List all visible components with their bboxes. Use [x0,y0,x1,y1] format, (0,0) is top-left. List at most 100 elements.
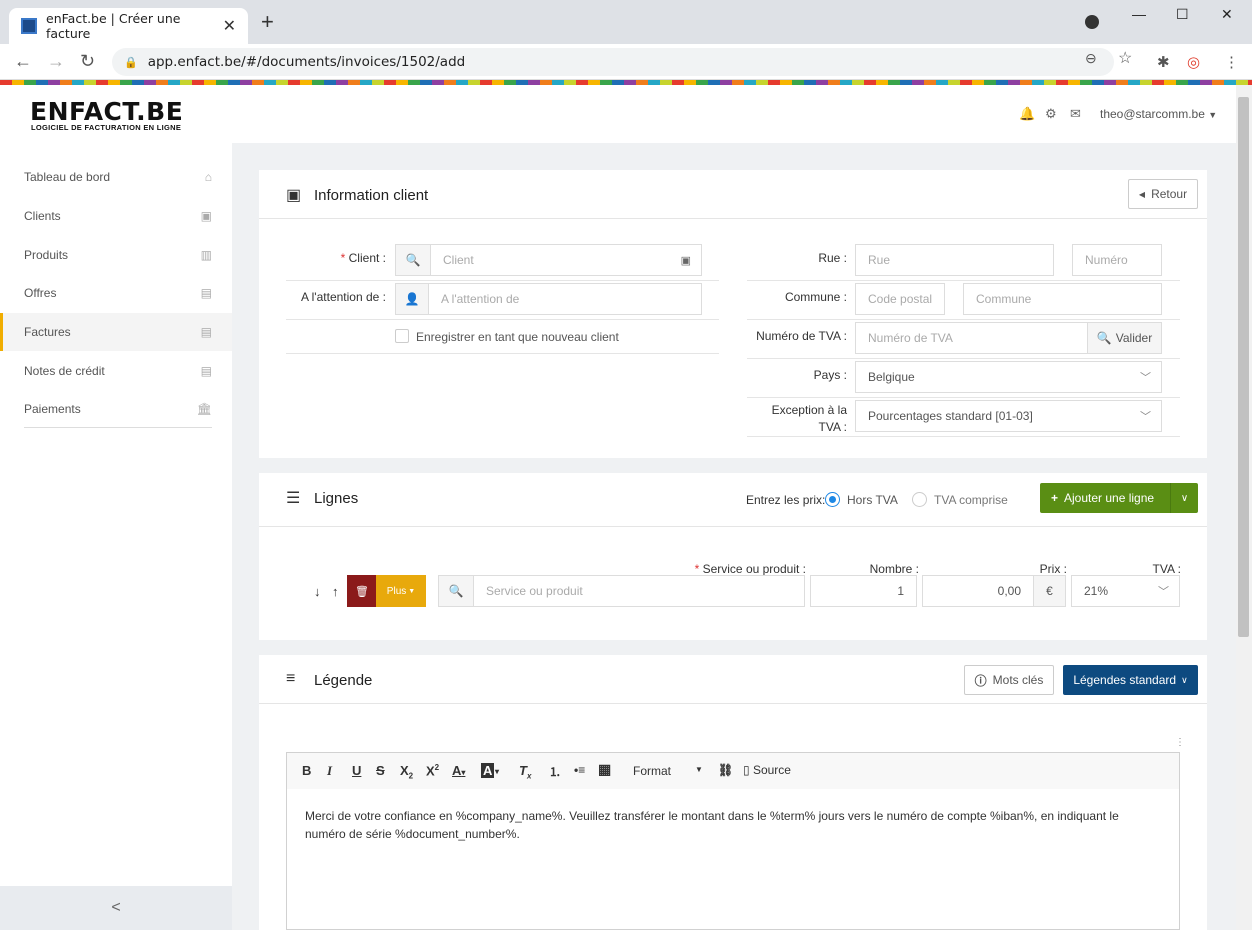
italic-icon[interactable]: I [327,763,332,779]
bell-icon[interactable]: 🔔 [1019,106,1035,122]
zoom-icon[interactable]: ⊖ [1085,50,1097,67]
sidebar-item-clients[interactable]: Clients ▣ [0,197,232,235]
back-icon[interactable]: ← [14,51,32,72]
vat-input[interactable]: Numéro de TVA [855,322,1088,354]
forward-icon[interactable]: → [47,51,65,72]
client-input[interactable]: Client ▣ [430,244,702,276]
browser-menu-icon[interactable]: ⋮ [1224,53,1239,71]
settings-gears-icon[interactable]: ⚙ [1045,106,1057,122]
move-down-icon[interactable]: ↓ [314,584,321,599]
maximize-icon[interactable]: ☐ [1176,6,1189,23]
reload-icon[interactable]: ↻ [80,51,95,72]
validate-button[interactable]: 🔍 Valider [1087,322,1162,354]
move-up-icon[interactable]: ↑ [332,584,339,599]
postal-code-input[interactable]: Code postal [855,283,945,315]
close-tab-icon[interactable]: ✕ [223,16,236,36]
superscript-icon[interactable]: X2 [426,763,439,778]
text-color-icon[interactable]: A▾ [452,763,465,778]
underline-icon[interactable]: U [352,763,361,778]
sidebar-item-label: Factures [24,325,71,339]
number-input[interactable]: Numéro [1072,244,1162,276]
editor-more-icon[interactable]: ⋮ [1175,737,1185,748]
new-client-checkbox[interactable] [395,329,409,343]
search-icon: 🔍 [1096,331,1112,345]
client-label: * Client : [340,251,386,265]
contact-card-icon[interactable]: ▣ [681,254,691,267]
chevron-down-icon[interactable]: ∨ [1170,483,1198,513]
vat-exception-select[interactable]: Pourcentages standard [01-03] ﹀ [855,400,1162,432]
row-divider [286,319,719,320]
profile-download-icon[interactable] [1085,15,1099,29]
strikethrough-icon[interactable]: S [376,763,385,778]
sidebar-item-offers[interactable]: Offres ▤ [0,274,232,312]
sidebar-item-invoices[interactable]: Factures ▤ [0,313,232,351]
keywords-button[interactable]: ⓘ Mots clés [964,665,1054,695]
country-select[interactable]: Belgique ﹀ [855,361,1162,393]
source-label: Source [752,763,791,777]
more-button[interactable]: Plus ▼ [376,575,426,607]
quantity-input[interactable]: 1 [810,575,917,607]
source-button[interactable]: ▯ Source [743,763,791,777]
minimize-icon[interactable]: — [1132,6,1146,22]
bulleted-list-icon[interactable]: •≡ [574,763,585,777]
legend-editor-body[interactable]: Merci de votre confiance en %company_nam… [286,789,1180,930]
vat-label-text: Numéro de TVA [756,329,841,343]
back-button[interactable]: ◀ Retour [1128,179,1198,209]
collapse-sidebar-button[interactable]: < [0,886,232,930]
price-input[interactable]: 0,00 [922,575,1034,607]
plus-icon: + [1051,491,1059,505]
extensions-icon[interactable]: ✱ [1157,53,1170,71]
sidebar-item-dashboard[interactable]: Tableau de bord ⌂ [0,158,232,196]
vat-select[interactable]: 21% ﹀ [1071,575,1180,607]
price-col-label: Prix : [1039,562,1067,576]
scrollbar-thumb[interactable] [1238,97,1249,637]
browser-tab[interactable]: enFact.be | Créer une facture ✕ [9,8,248,44]
bold-icon[interactable]: B [302,763,311,778]
window-close-icon[interactable]: ✕ [1221,6,1233,23]
add-line-button[interactable]: + Ajouter une ligne ∨ [1040,483,1198,513]
sidebar-item-payments[interactable]: Paiements 🏛 [0,390,232,428]
service-input[interactable]: Service ou produit [473,575,805,607]
radio-excl-vat[interactable] [825,492,840,507]
delete-line-button[interactable]: 🗑 [347,575,377,607]
sidebar-item-products[interactable]: Produits ▥ [0,236,232,274]
table-icon[interactable]: ▦ [598,761,611,778]
chevron-down-icon: ∨ [1181,674,1188,685]
service-placeholder: Service ou produit [486,584,583,598]
price-label-text: Prix [1039,562,1061,576]
radio-incl-vat[interactable] [912,492,927,507]
quantity-label-text: Nombre [869,562,913,576]
postal-placeholder: Code postal [868,292,933,306]
new-client-label: Enregistrer en tant que nouveau client [416,330,619,344]
subscript-icon[interactable]: X2 [400,763,413,781]
sidebar-divider [24,427,212,428]
format-dropdown-icon[interactable]: ▼ [695,765,703,774]
link-icon[interactable]: ⛓ [718,763,733,777]
user-menu[interactable]: theo@starcomm.be ▼ [1100,107,1217,121]
numbered-list-icon[interactable]: ⒈ [549,763,561,780]
format-label: Format [633,764,672,778]
main-content: ▣ Information client ◀ Retour * Client : … [232,143,1236,930]
street-input[interactable]: Rue [855,244,1054,276]
chevron-left-icon: < [111,899,121,916]
bg-color-caret-icon[interactable]: ▾ [495,767,499,776]
bookmark-star-icon[interactable]: ☆ [1118,48,1132,68]
number-placeholder: Numéro [1085,253,1128,267]
remove-format-icon[interactable]: Tx [519,763,531,781]
commune-input[interactable]: Commune [963,283,1162,315]
barcode-icon: ▥ [200,248,212,262]
address-bar[interactable]: 🔒 app.enfact.be/#/documents/invoices/150… [112,48,1114,76]
chevron-down-icon: ﹀ [1140,411,1151,423]
commune-label: Commune : [784,290,847,304]
envelope-icon[interactable]: ✉ [1070,106,1081,122]
logo[interactable]: ENFACT.BE [30,97,183,126]
vat-exception-label-line2: TVA [818,420,841,434]
standard-legends-button[interactable]: Légendes standard ∨ [1063,665,1198,695]
extension-icon[interactable]: ◎ [1187,53,1200,71]
new-tab-icon[interactable]: + [261,11,274,33]
radio-excl-label: Hors TVA [847,493,898,507]
attention-input[interactable]: A l'attention de [428,283,702,315]
background-color-icon[interactable]: A [481,763,495,778]
sidebar-item-label: Offres [24,286,57,300]
sidebar-item-credit-notes[interactable]: Notes de crédit ▤ [0,352,232,390]
